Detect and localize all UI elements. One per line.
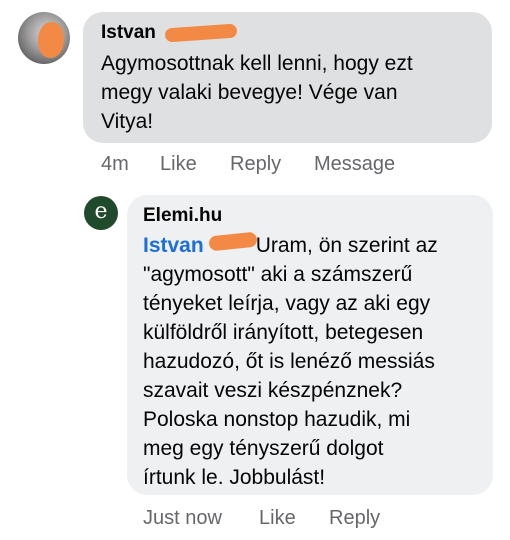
comment-like-button[interactable]: Like (160, 153, 197, 176)
reply-text-line: írtunk le. Jobbulást! (143, 466, 326, 489)
comment-text-line: Vitya! (101, 110, 154, 133)
reply-text-line: szavait veszi készpénznek? (143, 379, 403, 402)
comment-text-line: megy valaki bevegye! Vége van (101, 81, 398, 104)
comment-author-name[interactable]: Istvan (101, 22, 156, 44)
reply-author-name[interactable]: Elemi.hu (143, 205, 222, 227)
mention-link[interactable]: Istvan (143, 234, 204, 257)
page-logo-icon: e (94, 199, 108, 224)
avatar-redaction (38, 22, 64, 58)
comment-message-button[interactable]: Message (314, 153, 395, 176)
reply-text-line: tényeket leírja, vagy az aki egy (143, 292, 431, 315)
reply-text: Istvan Uram, ön szerint az "agymosott" ak… (143, 231, 483, 492)
reply-timestamp[interactable]: Just now (143, 507, 222, 530)
reply-reply-button[interactable]: Reply (329, 507, 380, 530)
reply-text-first: Uram, ön szerint az (255, 234, 438, 257)
comment-reply-button[interactable]: Reply (230, 153, 281, 176)
reply-text-line: külföldről irányított, betegesen (143, 321, 424, 344)
page-avatar[interactable]: e (84, 196, 118, 230)
reply-text-line: "agymosott" aki a számszerű (143, 263, 413, 286)
commenter-avatar[interactable] (18, 12, 70, 64)
comment-timestamp[interactable]: 4m (101, 153, 129, 176)
comment-text: Agymosottnak kell lenni, hogy ezt megy v… (101, 49, 481, 136)
reply-text-line: hazudozó, őt is lenéző messiás (143, 350, 435, 373)
reply-text-line: Poloska nonstop hazudik, mi (143, 408, 411, 431)
reply-like-button[interactable]: Like (259, 507, 296, 530)
reply-text-line: meg egy tényszerű dolgot (143, 437, 384, 460)
reply-text-line: Istvan Uram, ön szerint az (143, 231, 483, 260)
comment-text-line: Agymosottnak kell lenni, hogy ezt (101, 52, 413, 75)
